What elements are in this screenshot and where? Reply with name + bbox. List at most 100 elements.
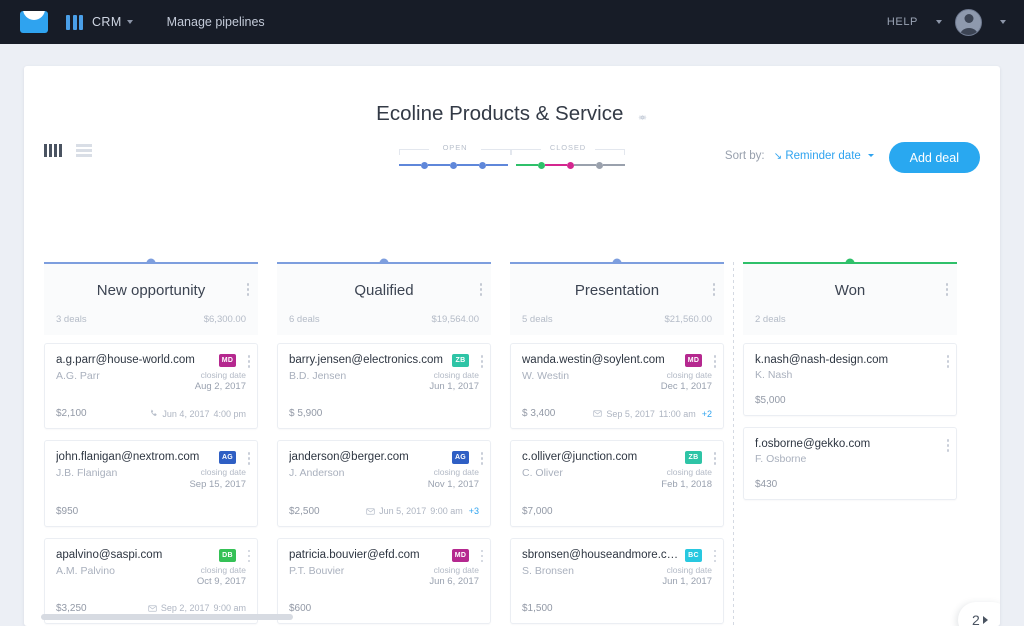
stage-dot[interactable]: [567, 162, 574, 169]
title-row: Ecoline Products & Service: [24, 66, 1000, 126]
sort-by-value[interactable]: Reminder date: [785, 150, 860, 162]
mail-logo-icon[interactable]: [20, 11, 48, 33]
deal-menu-icon[interactable]: [947, 355, 950, 368]
closing-date-label: closing date: [189, 467, 246, 478]
deal-menu-icon[interactable]: [481, 452, 484, 465]
reminder-block[interactable]: Jun 5, 20179:00 am+3: [366, 506, 479, 516]
deal-menu-icon[interactable]: [481, 550, 484, 563]
stage-dot[interactable]: [596, 162, 603, 169]
kanban-view-icon[interactable]: [44, 144, 62, 157]
deal-menu-icon[interactable]: [248, 550, 251, 563]
more-columns-button[interactable]: 2: [958, 602, 1000, 626]
column-menu-icon[interactable]: [713, 283, 716, 296]
deal-card[interactable]: k.nash@nash-design.comK. Nash$5,000: [743, 343, 957, 416]
reminder-block[interactable]: Sep 5, 201711:00 am+2: [593, 409, 712, 419]
deal-card[interactable]: wanda.westin@soylent.comMDW. Westinclosi…: [510, 343, 724, 429]
sort-by-label: Sort by:: [725, 150, 765, 162]
scrollbar-thumb[interactable]: [41, 614, 293, 620]
deal-menu-icon[interactable]: [714, 355, 717, 368]
stage-dot[interactable]: [421, 162, 428, 169]
help-chevron-down-icon[interactable]: [936, 20, 942, 24]
stage-group-open-label: OPEN: [441, 143, 470, 152]
list-view-icon[interactable]: [76, 144, 92, 157]
reminder-time: 11:00 am: [659, 409, 696, 419]
deal-card[interactable]: patricia.bouvier@efd.comMDP.T. Bouviercl…: [277, 538, 491, 624]
deal-contact-name: W. Westin: [522, 370, 569, 382]
closing-date-block: closing dateJun 1, 2017: [429, 370, 479, 394]
owner-badge[interactable]: AG: [219, 451, 236, 464]
closing-date-value: Aug 2, 2017: [195, 381, 246, 394]
column-deal-count: 6 deals: [289, 314, 320, 325]
stage-dot[interactable]: [479, 162, 486, 169]
deal-contact-name: K. Nash: [755, 369, 792, 381]
owner-badge[interactable]: ZB: [452, 354, 469, 367]
column-title: Presentation: [521, 282, 713, 299]
stage-dot[interactable]: [450, 162, 457, 169]
deal-email: patricia.bouvier@efd.com: [289, 549, 452, 561]
stage-group-closed-label: CLOSED: [548, 143, 588, 152]
owner-badge[interactable]: MD: [452, 549, 469, 562]
column-menu-icon[interactable]: [946, 283, 949, 296]
board-scroll-area[interactable]: New opportunity3 deals$6,300.00 a.g.parr@…: [24, 262, 1000, 626]
sort-chevron-down-icon[interactable]: [868, 154, 874, 157]
closing-date-label: closing date: [429, 370, 479, 381]
deal-card[interactable]: barry.jensen@electronics.comZBB.D. Jense…: [277, 343, 491, 429]
manage-pipelines-link[interactable]: Manage pipelines: [167, 15, 265, 29]
reminder-extra-count[interactable]: +3: [469, 506, 479, 516]
deal-card[interactable]: sbronsen@houseandmore.comBCS. Bronsenclo…: [510, 538, 724, 624]
owner-badge[interactable]: DB: [219, 549, 236, 562]
column-deal-count: 2 deals: [755, 314, 786, 325]
deal-contact-name: J.B. Flanigan: [56, 467, 117, 479]
sort-control[interactable]: Sort by: ↘ Reminder date: [725, 150, 874, 162]
column-header: Won2 deals: [743, 264, 957, 335]
horizontal-scrollbar[interactable]: [24, 612, 1000, 622]
deal-card[interactable]: apalvino@saspi.comDBA.M. Palvinoclosing …: [44, 538, 258, 624]
reminder-extra-count[interactable]: +2: [702, 409, 712, 419]
add-deal-button[interactable]: Add deal: [889, 142, 980, 173]
owner-badge[interactable]: MD: [219, 354, 236, 367]
stage-segment: [399, 164, 421, 166]
deal-menu-icon[interactable]: [714, 550, 717, 563]
closing-date-label: closing date: [661, 467, 712, 478]
owner-badge[interactable]: ZB: [685, 451, 702, 464]
kanban-bars-icon[interactable]: [66, 15, 83, 30]
deal-card[interactable]: janderson@berger.comAGJ. Andersonclosing…: [277, 440, 491, 526]
owner-badge[interactable]: BC: [685, 549, 702, 562]
deal-amount: $ 3,400: [522, 408, 555, 419]
owner-badge[interactable]: AG: [452, 451, 469, 464]
closing-date-block: closing dateSep 15, 2017: [189, 467, 246, 491]
reminder-date: Jun 4, 2017: [162, 409, 209, 419]
reminder-block[interactable]: Jun 4, 20174:00 pm: [149, 409, 246, 419]
owner-badge[interactable]: MD: [685, 354, 702, 367]
column-card-list: wanda.westin@soylent.comMDW. Westinclosi…: [510, 335, 724, 626]
stage-group-open: OPEN: [399, 138, 511, 154]
stage-segment: [603, 164, 625, 166]
account-chevron-down-icon[interactable]: [1000, 20, 1006, 24]
deal-menu-icon[interactable]: [714, 452, 717, 465]
avatar[interactable]: [955, 9, 982, 36]
deal-card[interactable]: john.flanigan@nextrom.comAGJ.B. Flanigan…: [44, 440, 258, 526]
column-header: New opportunity3 deals$6,300.00: [44, 264, 258, 335]
deal-menu-icon[interactable]: [248, 355, 251, 368]
help-menu-label[interactable]: HELP: [887, 16, 918, 28]
deal-contact-name: A.M. Palvino: [56, 565, 115, 577]
column-menu-icon[interactable]: [247, 283, 250, 296]
app-switcher-label[interactable]: CRM: [92, 15, 122, 29]
deal-card[interactable]: a.g.parr@house-world.comMDA.G. Parrclosi…: [44, 343, 258, 429]
stage-dot[interactable]: [538, 162, 545, 169]
deal-menu-icon[interactable]: [248, 452, 251, 465]
deal-amount: $2,500: [289, 506, 320, 517]
board-column: Qualified6 deals$19,564.00barry.jensen@e…: [277, 262, 510, 626]
sort-direction-icon[interactable]: ↘: [774, 151, 782, 162]
deal-menu-icon[interactable]: [481, 355, 484, 368]
deal-amount: $7,000: [522, 506, 553, 517]
closing-date-block: closing dateJun 1, 2017: [662, 565, 712, 589]
deal-menu-icon[interactable]: [947, 439, 950, 452]
pipeline-panel: Ecoline Products & Service OPEN CLOSED: [24, 66, 1000, 626]
chevron-down-icon[interactable]: [127, 20, 133, 24]
column-menu-icon[interactable]: [480, 283, 483, 296]
deal-card[interactable]: f.osborne@gekko.comF. Osborne$430: [743, 427, 957, 500]
stage-segment: [516, 164, 538, 166]
gear-icon[interactable]: [637, 110, 648, 121]
deal-card[interactable]: c.olliver@junction.comZBC. Oliverclosing…: [510, 440, 724, 526]
